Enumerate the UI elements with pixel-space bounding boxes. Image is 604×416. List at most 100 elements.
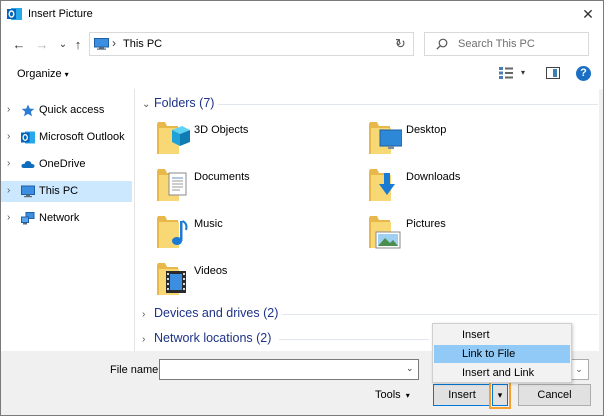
- outlook-app-icon: [7, 8, 22, 20]
- 3d-objects-folder-icon: [157, 122, 190, 154]
- expand-chevron-icon[interactable]: ›: [7, 158, 10, 169]
- cloud-icon: [21, 161, 35, 168]
- documents-folder-icon: [157, 169, 187, 201]
- expand-chevron-icon: ›: [142, 334, 146, 345]
- folder-label: Music: [194, 218, 223, 230]
- close-button[interactable]: ✕: [573, 1, 603, 27]
- computer-icon: [21, 185, 35, 198]
- star-icon: [21, 104, 35, 117]
- group-divider: [282, 314, 598, 315]
- insert-picture-dialog: Insert Picture ✕ ← → ⌄ ↑ › This PC ⌄ ↻ S…: [0, 0, 604, 416]
- refresh-icon: ↻: [395, 36, 406, 51]
- chevron-down-icon: ⌄: [58, 38, 68, 50]
- caret-down-icon: ▾: [405, 391, 410, 400]
- folder-label: Documents: [194, 171, 250, 183]
- group-label: Network locations (2): [154, 331, 272, 345]
- folder-music[interactable]: Music: [156, 212, 356, 252]
- pictures-folder-icon: [369, 216, 401, 249]
- breadcrumb-separator: ›: [112, 36, 116, 50]
- collapse-chevron-icon: ⌄: [142, 99, 151, 110]
- videos-folder-icon: [157, 263, 186, 295]
- caret-down-icon: ▾: [64, 70, 69, 79]
- refresh-button[interactable]: ↻: [388, 32, 414, 56]
- sidebar-item-label: OneDrive: [39, 158, 86, 170]
- menu-item-label: Link to File: [462, 348, 516, 360]
- close-icon: ✕: [582, 5, 594, 22]
- group-label: Folders (7): [154, 96, 215, 110]
- command-toolbar: Organize ▾ ▾ ?: [1, 61, 603, 87]
- title-bar: Insert Picture ✕: [1, 1, 603, 28]
- expand-chevron-icon[interactable]: ›: [7, 185, 10, 196]
- chevron-down-icon: ⌄: [575, 364, 583, 374]
- change-view-icon[interactable]: [499, 67, 513, 79]
- search-box[interactable]: Search This PC: [424, 32, 589, 56]
- file-name-input[interactable]: [159, 359, 419, 380]
- sidebar-item-network[interactable]: › Network: [1, 208, 132, 229]
- preview-pane-icon[interactable]: [546, 67, 560, 79]
- group-divider: [218, 104, 598, 105]
- navigation-pane: › Quick access › Microsoft Outlook › One…: [1, 89, 135, 351]
- tools-label: Tools: [375, 389, 401, 401]
- sidebar-item-quick-access[interactable]: › Quick access: [1, 100, 132, 121]
- forward-arrow-icon: →: [35, 36, 49, 52]
- menu-item-label: Insert and Link: [462, 367, 535, 379]
- sidebar-item-label: Microsoft Outlook: [39, 131, 125, 143]
- sidebar-item-this-pc[interactable]: › This PC: [1, 181, 132, 202]
- group-header-folders[interactable]: ⌄ Folders (7): [142, 96, 214, 110]
- tools-button[interactable]: Tools ▾: [375, 389, 410, 401]
- sidebar-item-label: This PC: [39, 185, 79, 197]
- back-button[interactable]: ←: [10, 34, 28, 54]
- group-label: Devices and drives (2): [154, 306, 279, 320]
- file-name-dropdown-icon[interactable]: ⌄: [406, 363, 414, 374]
- folder-label: 3D Objects: [194, 124, 249, 136]
- expand-chevron-icon[interactable]: ›: [7, 212, 10, 223]
- expand-chevron-icon[interactable]: ›: [7, 131, 10, 142]
- folder-label: Downloads: [406, 171, 461, 183]
- up-button[interactable]: ↑: [69, 34, 87, 54]
- folder-label: Pictures: [406, 218, 446, 230]
- menu-item-insert[interactable]: Insert: [434, 326, 570, 344]
- up-arrow-icon: ↑: [74, 36, 82, 52]
- sidebar-item-label: Quick access: [39, 104, 105, 116]
- group-header-network-locations[interactable]: › Network locations (2): [142, 331, 271, 345]
- folder-label: Desktop: [406, 124, 447, 136]
- menu-item-insert-and-link[interactable]: Insert and Link: [434, 364, 570, 382]
- folder-desktop[interactable]: Desktop: [368, 118, 568, 158]
- highlight-box: [489, 380, 511, 409]
- folder-pictures[interactable]: Pictures: [368, 212, 568, 252]
- expand-chevron-icon[interactable]: ›: [7, 104, 10, 115]
- folder-label: Videos: [194, 265, 228, 277]
- downloads-folder-icon: [369, 169, 395, 201]
- sidebar-item-label: Network: [39, 212, 80, 224]
- back-arrow-icon: ←: [12, 36, 26, 52]
- file-type-dropdown[interactable]: ⌄: [569, 359, 589, 380]
- computer-icon: [94, 38, 109, 50]
- view-options-caret-icon[interactable]: ▾: [521, 68, 525, 77]
- insert-button[interactable]: Insert: [433, 384, 491, 406]
- vertical-scrollbar[interactable]: [599, 89, 603, 351]
- group-header-devices-and-drives[interactable]: › Devices and drives (2): [142, 306, 278, 320]
- menu-item-label: Insert: [462, 329, 490, 341]
- file-name-label: File name:: [110, 364, 162, 376]
- search-icon: [436, 38, 448, 50]
- breadcrumb-this-pc[interactable]: This PC: [123, 38, 162, 50]
- folder-videos[interactable]: Videos: [156, 259, 356, 299]
- window-title: Insert Picture: [28, 8, 93, 20]
- folder-3d-objects[interactable]: 3D Objects: [156, 118, 356, 158]
- menu-item-link-to-file[interactable]: Link to File: [434, 345, 570, 363]
- help-icon[interactable]: ?: [576, 66, 591, 81]
- expand-chevron-icon: ›: [142, 309, 146, 320]
- organize-button[interactable]: Organize ▾: [17, 68, 69, 80]
- network-icon: [21, 212, 35, 225]
- outlook-icon: [21, 131, 35, 144]
- organize-label: Organize: [17, 68, 62, 80]
- insert-options-menu: Insert Link to File Insert and Link: [432, 323, 572, 383]
- sidebar-item-onedrive[interactable]: › OneDrive: [1, 154, 132, 175]
- address-bar[interactable]: › This PC ⌄: [89, 32, 414, 56]
- sidebar-item-microsoft-outlook[interactable]: › Microsoft Outlook: [1, 127, 132, 148]
- folder-documents[interactable]: Documents: [156, 165, 356, 205]
- cancel-button[interactable]: Cancel: [518, 384, 591, 406]
- folder-downloads[interactable]: Downloads: [368, 165, 568, 205]
- forward-button[interactable]: →: [33, 34, 51, 54]
- group-divider: [279, 339, 429, 340]
